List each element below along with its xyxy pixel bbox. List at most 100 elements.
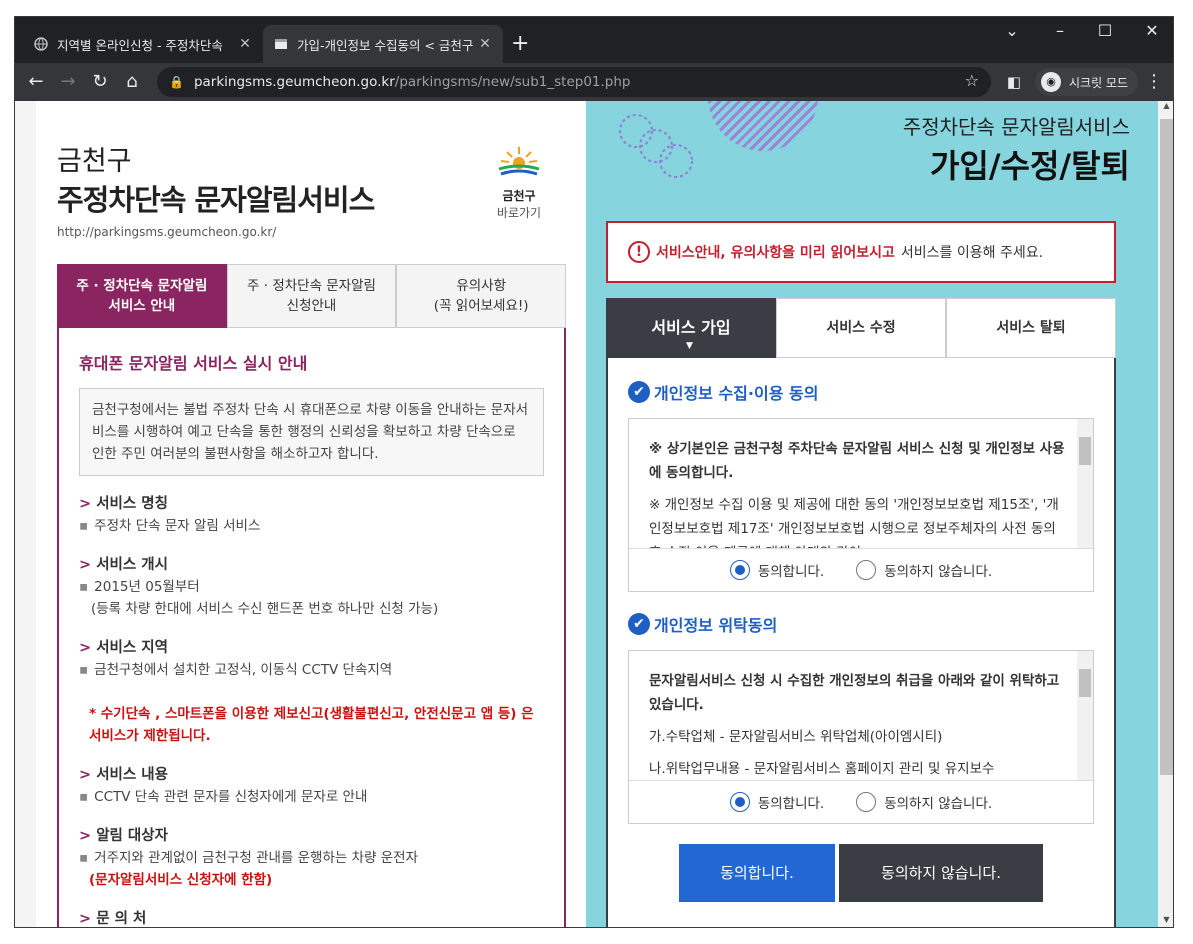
scroll-down-icon[interactable]: ▼ <box>1158 915 1173 927</box>
lock-icon: 🔒 <box>169 75 184 89</box>
incognito-icon: ◉ <box>1041 72 1061 92</box>
agree-radio[interactable]: 동의합니다. <box>729 792 825 812</box>
section-title: 서비스 내용 <box>79 763 544 784</box>
disagree-radio[interactable]: 동의하지 않습니다. <box>856 560 992 580</box>
incognito-label: 시크릿 모드 <box>1069 75 1129 90</box>
tab-line: 주 · 정차단속 문자알림 <box>76 278 208 294</box>
right-panel: 주정차단속 문자알림서비스 가입/수정/탈퇴 ! 서비스안내, 유의사항을 미리… <box>586 101 1158 927</box>
section-title: 서비스 명칭 <box>79 492 544 513</box>
section-start: 서비스 개시 ▪2015년 05월부터(등록 차량 한대에 서비스 수신 핸드폰… <box>79 553 544 620</box>
section-line: (등록 차량 한대에 서비스 수신 핸드폰 번호 하나만 신청 가능) <box>91 601 439 617</box>
left-tabs: 주 · 정차단속 문자알림서비스 안내 주 · 정차단속 문자알림신청안내 유의… <box>57 264 567 328</box>
section-line: 거주지와 관계없이 금천구청 관내를 운행하는 차량 운전자 <box>94 850 418 866</box>
target-note: (문자알림서비스 신청자에 한함) <box>89 872 273 888</box>
notice-box: ! 서비스안내, 유의사항을 미리 읽어보시고 서비스를 이용해 주세요. <box>606 221 1116 283</box>
radio-label: 동의합니다. <box>757 564 825 580</box>
tab-search-icon[interactable]: ⌄ <box>997 21 1027 40</box>
agreement-body: ✔ 개인정보 수집·이용 동의 ※ 상기본인은 금천구청 주차단속 문자알림 서비… <box>606 358 1116 927</box>
restriction-warning: * 수기단속 , 스마트폰을 이용한 제보신고(생활불편신고, 안전신문고 앱 … <box>89 706 534 744</box>
tab-title: 지역별 온라인신청 - 주정차단속 <box>57 37 223 53</box>
section-title: 문 의 처 <box>79 907 544 927</box>
side-panel-icon[interactable]: ◧ <box>1001 69 1027 95</box>
radio-unchecked-icon <box>856 792 877 812</box>
section-area: 서비스 지역 ▪금천구청에서 설치한 고정식, 이동식 CCTV 단속지역 <box>79 636 544 681</box>
section-content: 서비스 내용 ▪CCTV 단속 관련 문자를 신청자에게 문자로 안내 <box>79 763 544 808</box>
section-contact: 문 의 처 <box>79 907 544 927</box>
tab-join[interactable]: 서비스 가입 ▼ <box>606 298 776 358</box>
home-icon[interactable]: ⌂ <box>119 69 145 95</box>
agreement-title: 개인정보 위탁동의 <box>654 616 778 635</box>
close-window-icon[interactable]: ✕ <box>1137 21 1167 40</box>
tab-service-info[interactable]: 주 · 정차단속 문자알림서비스 안내 <box>57 264 227 328</box>
address-bar[interactable]: 🔒 parkingsms.geumcheon.go.kr/parkingsms/… <box>157 67 991 97</box>
radio-label: 동의하지 않습니다. <box>884 564 993 580</box>
agree-button[interactable]: 동의합니다. <box>679 844 835 902</box>
section-line: 금천구청에서 설치한 고정식, 이동식 CCTV 단속지역 <box>94 662 393 678</box>
tab-line: 주 · 정차단속 문자알림 <box>247 278 376 294</box>
disagree-radio[interactable]: 동의하지 않습니다. <box>856 792 992 812</box>
disagree-button[interactable]: 동의하지 않습니다. <box>839 844 1043 902</box>
tab-line: 유의사항 <box>456 278 507 294</box>
agreement-radios-1: 동의합니다. 동의하지 않습니다. <box>629 549 1093 591</box>
page-scrollbar[interactable]: ▲ ▼ <box>1158 101 1173 927</box>
title-bar: 지역별 온라인신청 - 주정차단속 ✕ 가입-개인정보 수집동의 < 금천구 ✕… <box>15 17 1173 63</box>
section-body: ▪ 거주지와 관계없이 금천구청 관내를 운행하는 차량 운전자 (문자알림서비스 … <box>79 850 418 888</box>
maximize-icon[interactable]: ☐ <box>1090 21 1120 40</box>
scroll-up-icon[interactable]: ▲ <box>1158 101 1173 115</box>
radio-checked-icon <box>729 792 750 812</box>
reload-icon[interactable]: ↻ <box>87 69 113 95</box>
incognito-badge[interactable]: ◉ 시크릿 모드 <box>1035 68 1139 96</box>
section-body: ▪ CCTV 단속 관련 문자를 신청자에게 문자로 안내 <box>79 789 368 805</box>
agreement-box-1: ※ 상기본인은 금천구청 주차단속 문자알림 서비스 신청 및 개인정보 사용에… <box>628 418 1094 592</box>
tab-2[interactable]: 가입-개인정보 수집동의 < 금천구 ✕ <box>263 25 503 63</box>
notice-bold: 서비스안내, 유의사항을 미리 읽어보시고 <box>656 245 895 261</box>
agreement-text-2[interactable]: 문자알림서비스 신청 시 수집한 개인정보의 취급을 아래와 같이 위탁하고 있… <box>629 651 1093 781</box>
agreement-title: 개인정보 수집·이용 동의 <box>654 384 819 403</box>
minimize-icon[interactable]: – <box>1045 21 1075 40</box>
radio-checked-icon <box>729 560 750 580</box>
close-tab-icon[interactable]: ✕ <box>477 36 493 52</box>
tab-title: 가입-개인정보 수집동의 < 금천구 <box>297 37 474 53</box>
agreement-heading: ✔ 개인정보 수집·이용 동의 <box>628 380 1094 404</box>
service-info-heading: 휴대폰 문자알림 서비스 실시 안내 <box>79 354 308 373</box>
tab-1[interactable]: 지역별 온라인신청 - 주정차단속 ✕ <box>23 25 263 63</box>
tab-line: 서비스 안내 <box>108 298 176 314</box>
tab-label: 서비스 탈퇴 <box>996 320 1066 336</box>
agreement-strong: 문자알림서비스 신청 시 수집한 개인정보의 취급을 아래와 같이 위탁하고 있… <box>649 673 1060 713</box>
logo-sub: 바로가기 <box>496 206 542 220</box>
url-host: parkingsms.geumcheon.go.kr <box>193 74 395 90</box>
alert-icon: ! <box>628 241 650 263</box>
section-title: 서비스 개시 <box>79 553 544 574</box>
menu-icon[interactable]: ⋮ <box>1141 69 1167 95</box>
bookmark-star-icon[interactable]: ☆ <box>965 71 979 90</box>
tab-modify[interactable]: 서비스 수정 <box>776 298 946 358</box>
section-line: 2015년 05월부터 <box>94 579 200 595</box>
radio-label: 동의합니다. <box>757 796 825 812</box>
agreement-text: 가.수탁업체 - 문자알림서비스 위탁업체(아이엠시티) <box>649 729 943 745</box>
action-buttons: 동의합니다. 동의하지 않습니다. <box>628 844 1094 902</box>
agree-radio[interactable]: 동의합니다. <box>729 560 825 580</box>
new-tab-icon[interactable]: + <box>511 31 529 56</box>
agreement-scrollbar[interactable] <box>1077 651 1093 780</box>
tab-line: 신청안내 <box>286 298 337 314</box>
forward-icon[interactable]: → <box>55 69 81 95</box>
toolbar: ← → ↻ ⌂ 🔒 parkingsms.geumcheon.go.kr/par… <box>15 63 1173 101</box>
section-body: ▪ 주정차 단속 문자 알림 서비스 <box>79 518 261 534</box>
agreement-radios-2: 동의합니다. 동의하지 않습니다. <box>629 781 1093 823</box>
agreement-text: ※ 개인정보 수집 이용 및 제공에 대한 동의 '개인정보보호법 제15조',… <box>649 497 1059 548</box>
right-subtitle: 주정차단속 문자알림서비스 <box>902 115 1130 139</box>
agreement-scrollbar[interactable] <box>1077 419 1093 548</box>
section-body: ▪ 금천구청에서 설치한 고정식, 이동식 CCTV 단속지역 <box>79 662 393 678</box>
radio-label: 동의하지 않습니다. <box>884 796 993 812</box>
back-icon[interactable]: ← <box>23 69 49 95</box>
tab-precautions[interactable]: 유의사항 (꼭 읽어보세요!) <box>396 264 567 328</box>
close-tab-icon[interactable]: ✕ <box>237 36 253 52</box>
tab-application-info[interactable]: 주 · 정차단속 문자알림신청안내 <box>226 264 397 328</box>
tab-withdraw[interactable]: 서비스 탈퇴 <box>946 298 1116 358</box>
section-title: 서비스 지역 <box>79 636 544 657</box>
left-url: http://parkingsms.geumcheon.go.kr/ <box>57 225 277 239</box>
agreement-text-1[interactable]: ※ 상기본인은 금천구청 주차단속 문자알림 서비스 신청 및 개인정보 사용에… <box>629 419 1093 549</box>
scrollbar-thumb[interactable] <box>1160 119 1173 775</box>
district-logo-link[interactable]: 금천구 바로가기 <box>493 145 545 221</box>
tab-line: (꼭 읽어보세요!) <box>433 298 529 314</box>
